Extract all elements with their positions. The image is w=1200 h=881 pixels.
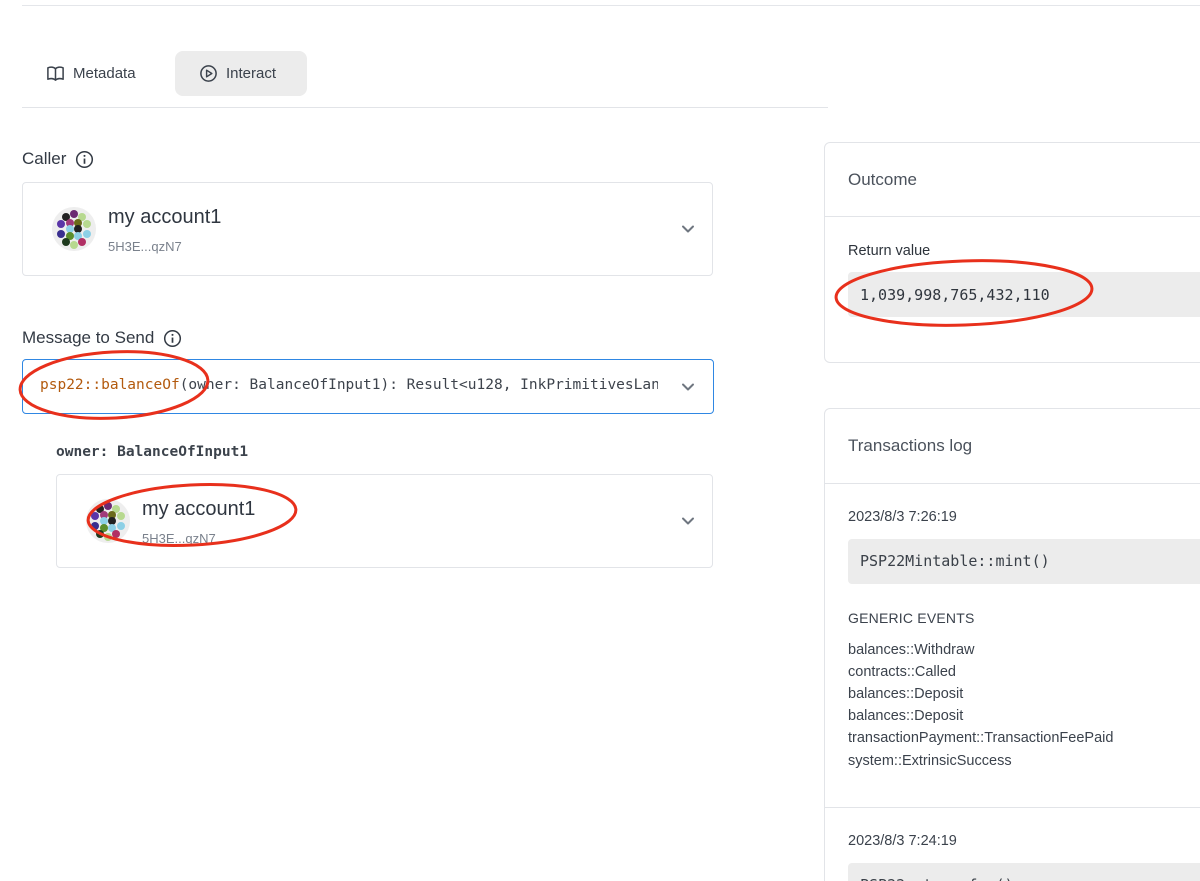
top-divider (22, 5, 1200, 6)
outcome-title: Outcome (848, 170, 917, 189)
transactions-log-panel: Transactions log 2023/8/3 7:26:19 PSP22M… (824, 408, 1200, 881)
caller-account-name: my account1 (108, 206, 222, 228)
owner-account-select[interactable]: my account1 5H3E...qzN7 (56, 474, 713, 568)
event-item: transactionPayment::TransactionFeePaid (848, 730, 1114, 746)
info-icon[interactable] (163, 329, 182, 348)
event-item: system::ExtrinsicSuccess (848, 753, 1012, 769)
log-entry-divider (825, 807, 1200, 808)
log-divider (825, 483, 1200, 484)
owner-account-address: 5H3E...qzN7 (142, 531, 216, 546)
message-fn-name: psp22::balanceOf (40, 377, 180, 393)
tab-metadata-label: Metadata (73, 65, 136, 82)
transactions-log-title: Transactions log (848, 436, 973, 455)
owner-account-name: my account1 (142, 498, 256, 520)
param-owner-label: owner: BalanceOfInput1 (56, 444, 249, 460)
event-item: balances::Deposit (848, 686, 964, 702)
outcome-divider (825, 216, 1200, 217)
play-circle-icon (200, 65, 217, 82)
log-entry-call: PSP22Mintable::mint() (848, 539, 1200, 584)
caller-label: Caller (22, 149, 94, 169)
tab-interact-label: Interact (226, 65, 277, 82)
caller-account-address: 5H3E...qzN7 (108, 239, 182, 254)
chevron-down-icon[interactable] (680, 221, 696, 237)
outcome-panel: Outcome Return value 1,039,998,765,432,1… (824, 142, 1200, 363)
message-select[interactable]: psp22::balanceOf(owner: BalanceOfInput1)… (22, 359, 714, 414)
book-icon (47, 66, 64, 81)
chevron-down-icon[interactable] (680, 513, 696, 529)
chevron-down-icon[interactable] (680, 379, 696, 395)
event-item: balances::Withdraw (848, 642, 975, 658)
message-label: Message to Send (22, 328, 182, 348)
caller-label-text: Caller (22, 149, 67, 168)
return-value-label: Return value (848, 243, 931, 259)
return-value: 1,039,998,765,432,110 (848, 272, 1200, 317)
identicon-avatar (52, 207, 96, 251)
event-item: balances::Deposit (848, 708, 964, 724)
log-entry-call: PSP22::transfer() (848, 863, 1200, 881)
event-item: contracts::Called (848, 664, 956, 680)
tab-metadata[interactable]: Metadata (30, 51, 166, 96)
events-header: GENERIC EVENTS (848, 610, 975, 626)
identicon-avatar (86, 499, 130, 543)
message-label-text: Message to Send (22, 328, 155, 347)
tab-bar: Metadata Interact (22, 51, 828, 108)
info-icon[interactable] (75, 150, 94, 169)
caller-account-select[interactable]: my account1 5H3E...qzN7 (22, 182, 713, 276)
message-signature: psp22::balanceOf(owner: BalanceOfInput1)… (40, 377, 658, 393)
log-entry-time: 2023/8/3 7:26:19 (848, 509, 957, 525)
log-entry-time: 2023/8/3 7:24:19 (848, 833, 957, 849)
tab-interact[interactable]: Interact (175, 51, 307, 96)
message-fn-args: (owner: BalanceOfInput1): Result<u128, I… (179, 377, 658, 393)
